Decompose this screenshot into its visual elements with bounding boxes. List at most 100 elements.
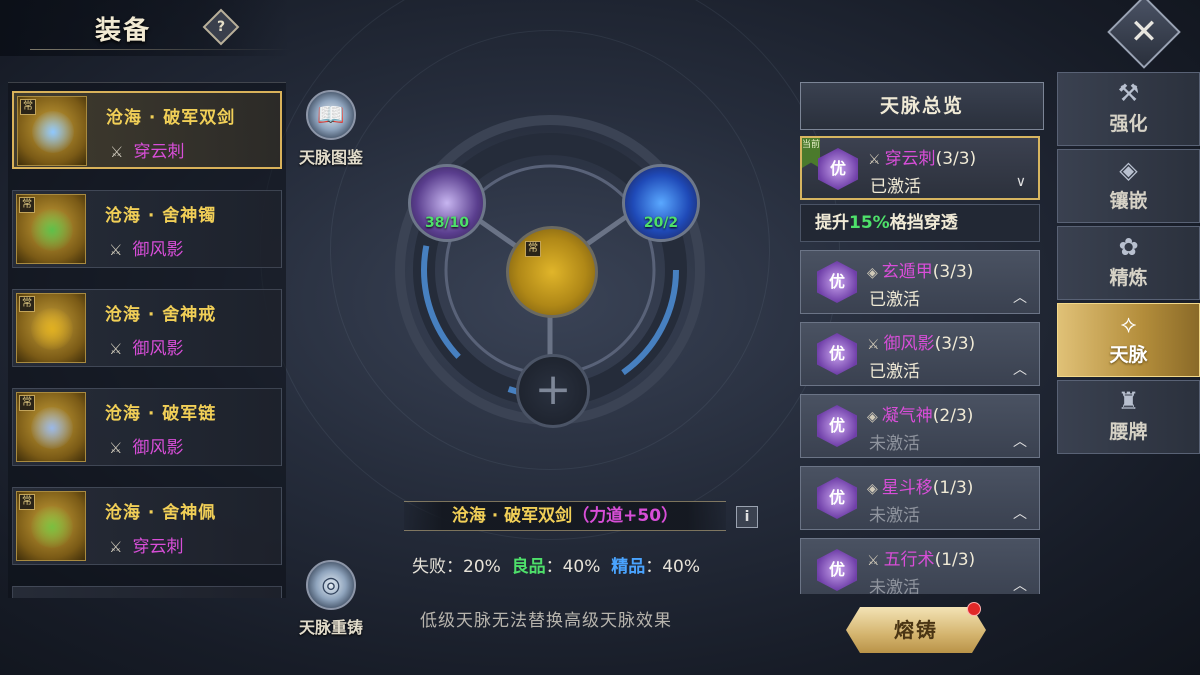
set-card[interactable]: 当前优 ⚔ 穿云刺(3/3) 已激活 ∨	[800, 136, 1040, 200]
set-type-icon: ⚔	[868, 152, 881, 168]
close-icon: ✕	[1129, 12, 1159, 52]
equipment-item[interactable]: 常沧海 · 舍神镯 ⚔ 御风影	[12, 190, 282, 268]
equipped-weapon-slot[interactable]: 常	[506, 226, 598, 318]
equipment-art	[31, 506, 73, 548]
meridian-overview-panel[interactable]: 天脉总览 当前优 ⚔ 穿云刺(3/3) 已激活 ∨ 优 ◈ 玄遁甲(3/3) 已激活 ︿ 优 ⚔ 御风影…	[800, 82, 1044, 594]
gem-socket-icon: ◈	[1119, 156, 1138, 184]
equipment-item[interactable]: 常沧海 · 破军链 ⚔ 御风影	[12, 388, 282, 466]
flame-slot-count: 20/2	[643, 215, 679, 231]
token-icon: ♜	[1117, 387, 1140, 415]
expand-chevron-icon[interactable]: ︿	[1013, 431, 1027, 451]
book-icon: 📖	[306, 90, 356, 140]
set-type-icon: ◈	[867, 265, 878, 281]
add-slot-button[interactable]: +	[516, 354, 590, 428]
set-description: 提升15%格挡穿透	[800, 204, 1040, 242]
crystal-slot-count: 38/10	[424, 215, 470, 231]
atlas-button[interactable]: 📖 天脉图鉴	[296, 90, 366, 168]
set-status: 未激活	[869, 434, 920, 454]
recast-button[interactable]: ◎ 天脉重铸	[296, 560, 366, 638]
fine-label: 精品	[611, 557, 646, 577]
set-name-text: 穿云刺	[884, 149, 936, 169]
equipment-icon: 常	[16, 392, 86, 462]
good-value: ：40%	[545, 557, 601, 577]
equipment-set-name: 御风影	[132, 240, 184, 260]
equipment-set-name: 御风影	[132, 339, 184, 359]
set-name-text: 五行术	[883, 550, 935, 570]
equipment-name: 沧海 · 破军双剑	[106, 108, 236, 128]
set-status: 未激活	[869, 578, 920, 594]
function-tabs[interactable]: ⚒ 强化 ◈ 镶嵌 ✿ 精炼 ⟡ 天脉 ♜ 腰牌	[1057, 72, 1200, 456]
equipment-art	[31, 308, 73, 350]
page-title: 装备	[95, 16, 152, 46]
equipment-set-name: 御风影	[132, 438, 184, 458]
tab-label: 强化	[1109, 113, 1148, 135]
expand-chevron-icon[interactable]: ︿	[1013, 287, 1027, 307]
expand-chevron-icon[interactable]: ︿	[1013, 503, 1027, 523]
equipment-set: ⚔ 御风影	[109, 235, 183, 260]
current-tag: 当前	[802, 138, 820, 168]
equipment-icon: 常	[16, 491, 86, 561]
equipment-name: 沧海 · 舍神戒	[105, 305, 217, 325]
set-card[interactable]: 优 ◈ 凝气神(2/3) 未激活 ︿	[800, 394, 1040, 458]
forge-button[interactable]: 熔铸	[846, 607, 986, 653]
equip-badge-icon: 常	[19, 197, 35, 213]
grade-gem-icon: 优	[817, 405, 857, 447]
equipment-art	[31, 209, 73, 251]
set-card[interactable]: 优 ⚔ 御风影(3/3) 已激活 ︿	[800, 322, 1040, 386]
set-name-text: 御风影	[883, 334, 935, 354]
desc-prefix: 提升	[815, 213, 849, 233]
tab-label: 镶嵌	[1109, 190, 1148, 212]
grade-gem-icon: 优	[817, 549, 857, 591]
tab-anvil[interactable]: ⚒ 强化	[1057, 72, 1200, 146]
equipment-item[interactable]: 常沧海 · 破军双剑 ⚔ 穿云刺	[12, 91, 282, 169]
crossed-swords-icon: ⚔	[109, 439, 123, 457]
expand-chevron-icon[interactable]: ∨	[1016, 174, 1026, 190]
equipment-name: 沧海 · 舍神镯	[105, 206, 217, 226]
equipment-item[interactable]: 常沧海 · 舍神戒 ⚔ 御风影	[12, 289, 282, 367]
grade-gem-icon: 优	[817, 477, 857, 519]
set-name: ⚔ 穿云刺(3/3)	[868, 144, 976, 169]
fail-value: 20%	[463, 557, 501, 577]
grade-gem-icon: 优	[817, 261, 857, 303]
equipment-name: 沧海 · 破军链	[105, 404, 217, 424]
set-name: ⚔ 五行术(1/3)	[867, 545, 975, 570]
set-card[interactable]: 优 ◈ 玄遁甲(3/3) 已激活 ︿	[800, 250, 1040, 314]
set-progress: (2/3)	[932, 406, 974, 426]
equip-badge-icon: 常	[19, 494, 35, 510]
set-name: ⚔ 御风影(3/3)	[867, 329, 975, 354]
recast-label: 天脉重铸	[298, 618, 363, 637]
flame-slot[interactable]: 20/2	[622, 164, 700, 242]
tab-label: 精炼	[1109, 267, 1148, 289]
anvil-icon: ⚒	[1117, 79, 1140, 107]
tab-meridian[interactable]: ⟡ 天脉	[1057, 303, 1200, 377]
set-progress: (3/3)	[935, 149, 977, 169]
fine-value: ：40%	[645, 557, 701, 577]
set-status: 已激活	[869, 290, 920, 310]
set-type-icon: ◈	[867, 409, 878, 425]
atlas-label: 天脉图鉴	[298, 148, 363, 167]
set-card[interactable]: 优 ⚔ 五行术(1/3) 未激活 ︿	[800, 538, 1040, 594]
overview-title: 天脉总览	[800, 82, 1044, 130]
tab-refine[interactable]: ✿ 精炼	[1057, 226, 1200, 300]
item-bonus-open: （	[572, 506, 590, 526]
set-type-icon: ⚔	[867, 553, 880, 569]
grade-gem-icon: 优	[818, 148, 858, 190]
equipment-list[interactable]: 常沧海 · 破军双剑 ⚔ 穿云刺常沧海 · 舍神镯 ⚔ 御风影常沧海 · 舍神戒 ⚔ 御风影…	[8, 82, 286, 598]
crystal-slot[interactable]: 38/10	[408, 164, 486, 242]
close-button[interactable]: ✕	[1107, 0, 1181, 69]
tab-gem-socket[interactable]: ◈ 镶嵌	[1057, 149, 1200, 223]
set-type-icon: ⚔	[867, 337, 880, 353]
set-card[interactable]: 优 ◈ 星斗移(1/3) 未激活 ︿	[800, 466, 1040, 530]
equipment-item[interactable]: 常沧海 · 舍神佩 ⚔ 穿云刺	[12, 487, 282, 565]
info-button[interactable]: i	[736, 506, 758, 528]
good-label: 良品	[511, 557, 546, 577]
set-name-text: 凝气神	[881, 406, 933, 426]
equipment-screen: 装备 ? ✕ 常沧海 · 破军双剑 ⚔ 穿云刺常沧海 · 舍神镯 ⚔ 御风影常沧海 · …	[0, 0, 1200, 675]
set-progress: (3/3)	[934, 334, 976, 354]
crossed-swords-icon: ⚔	[109, 241, 123, 259]
equip-badge-icon: 常	[525, 241, 541, 257]
tab-token[interactable]: ♜ 腰牌	[1057, 380, 1200, 454]
expand-chevron-icon[interactable]: ︿	[1013, 575, 1027, 594]
desc-suffix: 格挡穿透	[889, 213, 958, 233]
expand-chevron-icon[interactable]: ︿	[1013, 359, 1027, 379]
